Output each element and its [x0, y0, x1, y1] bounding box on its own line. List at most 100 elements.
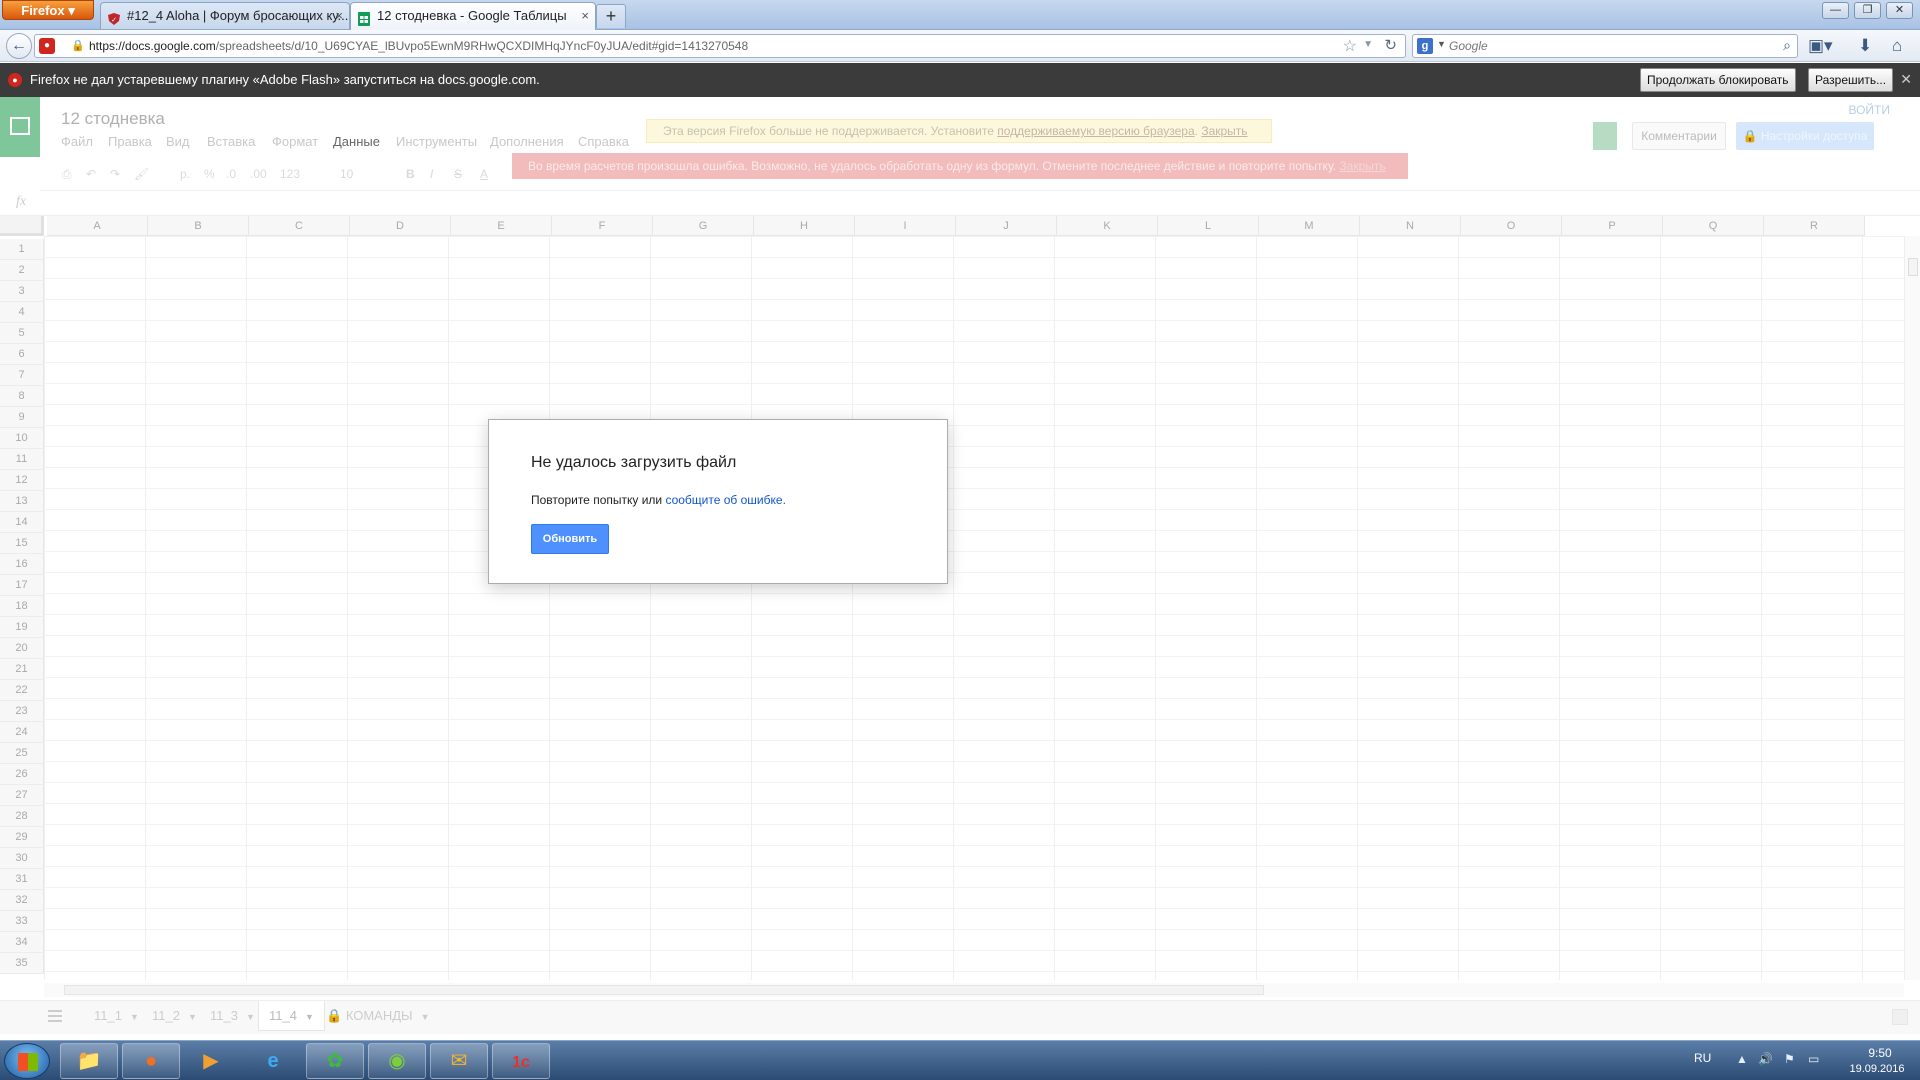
horizontal-scrollbar[interactable] — [44, 983, 1904, 997]
taskbar-qip[interactable]: ◉ — [368, 1043, 426, 1079]
screenshot-icon[interactable]: ▣▾ — [1808, 36, 1833, 56]
menu-file[interactable]: Файл — [61, 134, 93, 149]
chevron-down-icon[interactable]: ▼ — [130, 1012, 139, 1022]
taskbar-ie[interactable]: e — [244, 1043, 302, 1079]
chevron-down-icon[interactable]: ▼ — [246, 1012, 255, 1022]
minimize-button[interactable]: — — [1822, 2, 1849, 19]
start-button[interactable] — [4, 1043, 50, 1079]
column-header[interactable]: C — [249, 216, 350, 236]
taskbar-media-player[interactable]: ▶ — [182, 1043, 240, 1079]
taskbar-1c[interactable]: 1с — [492, 1043, 550, 1079]
column-header[interactable]: H — [754, 216, 855, 236]
row-header[interactable]: 26 — [0, 764, 44, 785]
clock-date[interactable]: 19.09.2016 — [1840, 1063, 1914, 1075]
row-header[interactable]: 12 — [0, 470, 44, 491]
report-error-link[interactable]: сообщите об ошибке. — [665, 493, 785, 507]
supported-browser-link[interactable]: поддерживаемую версию браузера — [997, 124, 1194, 138]
text-color-button[interactable]: A — [480, 167, 488, 181]
access-settings-button[interactable]: 🔒 Настройки доступа — [1736, 122, 1874, 150]
history-dropdown-icon[interactable]: ▼ — [1363, 39, 1373, 50]
back-button[interactable]: ← — [6, 33, 32, 59]
column-header[interactable]: A — [47, 216, 148, 236]
row-header[interactable]: 24 — [0, 722, 44, 743]
column-header[interactable]: R — [1764, 216, 1865, 236]
share-icon[interactable] — [1593, 122, 1617, 150]
row-header[interactable]: 32 — [0, 890, 44, 911]
row-header[interactable]: 15 — [0, 533, 44, 554]
bookmark-star-icon[interactable]: ☆ — [1343, 36, 1357, 56]
row-header[interactable]: 29 — [0, 827, 44, 848]
row-header[interactable]: 34 — [0, 932, 44, 953]
chevron-down-icon[interactable]: ▼ — [305, 1012, 314, 1022]
explore-button[interactable] — [1892, 1009, 1908, 1025]
action-center-icon[interactable]: ⚑ — [1784, 1052, 1795, 1066]
cell-area[interactable] — [44, 236, 1904, 980]
row-header[interactable]: 5 — [0, 323, 44, 344]
allow-plugin-button[interactable]: Разрешить... — [1808, 68, 1894, 92]
row-header[interactable]: 2 — [0, 260, 44, 281]
row-header[interactable]: 10 — [0, 428, 44, 449]
column-header[interactable]: O — [1461, 216, 1562, 236]
column-header[interactable]: Q — [1663, 216, 1764, 236]
row-header[interactable]: 8 — [0, 386, 44, 407]
row-header[interactable]: 30 — [0, 848, 44, 869]
formula-bar[interactable]: fx — [0, 191, 1920, 216]
sheet-tab-11-2[interactable]: 11_2 ▼ — [142, 1001, 207, 1031]
row-header[interactable]: 4 — [0, 302, 44, 323]
tab-forum[interactable]: ✓ #12_4 Aloha | Форум бросающих ку... × — [100, 2, 350, 29]
clock-time[interactable]: 9:50 — [1850, 1046, 1910, 1060]
row-header[interactable]: 11 — [0, 449, 44, 470]
row-header[interactable]: 18 — [0, 596, 44, 617]
horizontal-scroll-thumb[interactable] — [64, 985, 1264, 995]
volume-icon[interactable]: 🔊 — [1758, 1052, 1773, 1066]
google-search-engine-icon[interactable]: g — [1417, 38, 1433, 54]
tab-close-icon[interactable]: × — [335, 3, 343, 29]
percent-format-button[interactable]: % — [204, 167, 215, 181]
tab-close-icon[interactable]: × — [581, 3, 589, 29]
row-header[interactable]: 14 — [0, 512, 44, 533]
chevron-down-icon[interactable]: ▼ — [188, 1012, 197, 1022]
close-error-link[interactable]: Закрыть — [1339, 159, 1385, 173]
vertical-scrollbar[interactable] — [1904, 236, 1920, 980]
spreadsheet-grid[interactable]: ABCDEFGHIJKLMNOPQR 1 2 3 4 5 6 7 8 9 10 11 12 13 14 15… — [0, 216, 1920, 980]
undo-icon[interactable]: ↶ — [86, 167, 96, 181]
column-header[interactable]: L — [1158, 216, 1259, 236]
column-header[interactable]: N — [1360, 216, 1461, 236]
column-header[interactable]: G — [653, 216, 754, 236]
row-header[interactable]: 23 — [0, 701, 44, 722]
tab-spreadsheet[interactable]: 12 стодневка - Google Таблицы × — [350, 2, 596, 30]
taskbar-explorer[interactable]: 📁 — [60, 1043, 118, 1079]
row-header[interactable]: 19 — [0, 617, 44, 638]
select-all-corner[interactable] — [0, 216, 44, 236]
show-hidden-icons-icon[interactable]: ▲ — [1736, 1052, 1748, 1066]
sheet-tab-11-4[interactable]: 11_4 ▼ — [258, 1001, 325, 1031]
restore-button[interactable]: ❐ — [1854, 2, 1881, 19]
column-header[interactable]: F — [552, 216, 653, 236]
paint-format-icon[interactable]: 🖌 — [134, 167, 149, 181]
row-header[interactable]: 21 — [0, 659, 44, 680]
row-header[interactable]: 17 — [0, 575, 44, 596]
italic-button[interactable]: I — [430, 167, 433, 181]
row-header[interactable]: 1 — [0, 239, 44, 260]
column-header[interactable]: E — [451, 216, 552, 236]
column-header[interactable]: B — [148, 216, 249, 236]
menu-format[interactable]: Формат — [272, 134, 318, 149]
row-header[interactable]: 25 — [0, 743, 44, 764]
vertical-scroll-thumb[interactable] — [1908, 258, 1918, 276]
row-header[interactable]: 9 — [0, 407, 44, 428]
increase-decimal-button[interactable]: .00 — [250, 167, 267, 181]
close-notice-link[interactable]: Закрыть — [1201, 124, 1247, 138]
download-icon[interactable]: ⬇ — [1858, 36, 1872, 56]
column-header[interactable]: P — [1562, 216, 1663, 236]
strikethrough-button[interactable]: S — [454, 167, 462, 181]
row-header[interactable]: 20 — [0, 638, 44, 659]
network-icon[interactable]: ▭ — [1808, 1052, 1819, 1066]
refresh-button[interactable]: Обновить — [531, 524, 609, 554]
row-header[interactable]: 13 — [0, 491, 44, 512]
row-header[interactable]: 28 — [0, 806, 44, 827]
row-header[interactable]: 31 — [0, 869, 44, 890]
column-header[interactable]: J — [956, 216, 1057, 236]
currency-format-button[interactable]: р. — [180, 167, 190, 181]
chevron-down-icon[interactable]: ▼ — [421, 1012, 430, 1022]
menu-addons[interactable]: Дополнения — [490, 134, 564, 149]
